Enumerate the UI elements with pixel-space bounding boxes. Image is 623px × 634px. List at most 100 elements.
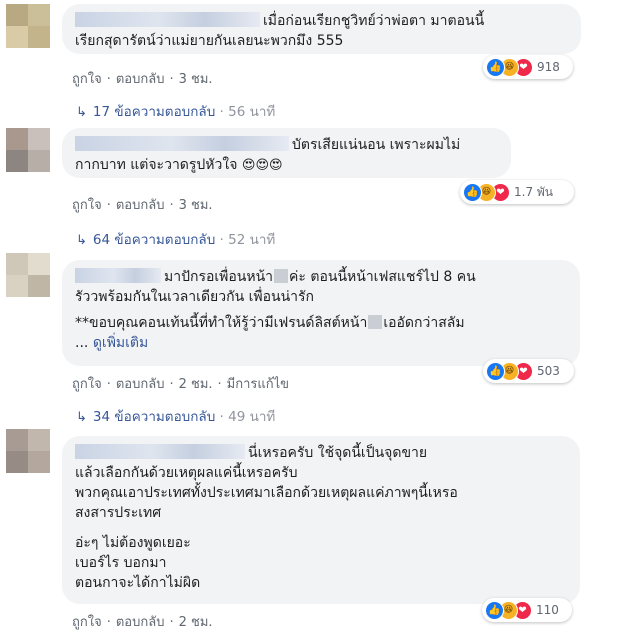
like-link[interactable]: ถูกใจ [72, 198, 102, 213]
avatar[interactable] [6, 429, 50, 473]
reaction-count: 918 [537, 60, 560, 74]
comment-text: บัตรเสียแน่นอน เพราะผมไม่ [292, 137, 461, 153]
comment-line: เมื่อก่อนเรียกชูวิทย์ว่าพ่อตา มาตอนนี้ [75, 11, 568, 31]
comment-text: รัววพร้อมกันในเวลาเดียวกัน เพื่อนน่ารัก [75, 289, 315, 305]
avatar-tile [6, 26, 28, 48]
separator-dot: · [217, 377, 222, 392]
reaction-count: 503 [537, 364, 560, 378]
replies-count[interactable]: 64 ข้อความตอบกลับ [93, 232, 215, 248]
author-name-blurred[interactable] [75, 268, 161, 283]
replies-time: 56 นาที [228, 104, 276, 120]
avatar-tile [6, 150, 28, 172]
separator-dot: · [106, 377, 111, 392]
comment-text: แล้วเลือกกันด้วยเหตุผลแค่นี้เหรอครับ [75, 465, 298, 481]
avatar[interactable] [6, 128, 50, 172]
separator-dot: · [215, 409, 229, 425]
avatar-tile [28, 253, 50, 275]
like-link[interactable]: ถูกใจ [72, 72, 102, 87]
comment-bubble: นี่เหรอครับ ใช้จุดนี้เป็นจุดขาย แล้วเลือ… [62, 436, 580, 604]
reaction-count: 1.7 พัน [514, 184, 554, 199]
comment-text: ค่ะ ตอนนี้หน้าเฟสแชร์ไป 8 คน [289, 269, 476, 285]
see-more-link[interactable]: ดูเพิ่มเติม [93, 335, 148, 351]
view-replies-link[interactable]: ↳ 34 ข้อความตอบกลับ · 49 นาที [76, 405, 275, 427]
reaction-summary[interactable]: 👍 😆 ❤ 110 [482, 598, 572, 622]
avatar-tile [6, 275, 28, 297]
ellipsis: ... [75, 335, 93, 351]
like-icon: 👍 [463, 182, 482, 202]
replies-count[interactable]: 17 ข้อความตอบกลับ [93, 104, 215, 120]
avatar-tile [6, 4, 28, 26]
reaction-summary[interactable]: 👍 😆 ❤ 918 [483, 55, 573, 79]
comment-line: กากบาท แต่จะวาดรูปหัวใจ 😍😍😍 [75, 155, 498, 176]
replies-time: 49 นาที [228, 409, 276, 425]
avatar[interactable] [6, 253, 50, 297]
avatar-tile [28, 451, 50, 473]
reaction-summary[interactable]: 👍 😆 ❤ 1.7 พัน [460, 180, 574, 204]
separator-dot: · [169, 198, 174, 213]
replies-time: 52 นาที [228, 232, 276, 248]
censor-block [274, 269, 289, 283]
comment-time[interactable]: 3 ชม. [179, 72, 213, 87]
reaction-summary[interactable]: 👍 😆 ❤ 503 [483, 359, 574, 383]
separator-dot: · [215, 232, 229, 248]
author-name-blurred[interactable] [75, 136, 289, 151]
comment-time[interactable]: 3 ชม. [179, 198, 213, 213]
censor-block [368, 315, 383, 329]
comment-text: **ขอบคุณคอนเท้นนี้ที่ทำให้รู้ว่ามีเฟรนด์… [75, 315, 368, 331]
comment-text: พวกคุณเอาประเทศทั้งประเทศมาเลือกด้วยเหตุ… [75, 485, 458, 501]
comment-bubble: เมื่อก่อนเรียกชูวิทย์ว่าพ่อตา มาตอนนี้ เ… [62, 4, 581, 54]
like-icon: 👍 [485, 600, 504, 620]
separator-dot: · [106, 615, 111, 630]
author-name-blurred[interactable] [75, 12, 260, 27]
view-replies-link[interactable]: ↳ 64 ข้อความตอบกลับ · 52 นาที [76, 228, 275, 250]
comment-line: ... ดูเพิ่มเติม [75, 333, 567, 353]
comment-actions: ถูกใจ · ตอบกลับ · 3 ชม. [72, 194, 213, 215]
comment-bubble: มาปักรอเพื่อนหน้า ค่ะ ตอนนี้หน้าเฟสแชร์ไป… [62, 260, 580, 366]
comment-time[interactable]: 2 ชม. [179, 377, 213, 392]
separator-dot: · [169, 377, 174, 392]
comment-line: นี่เหรอครับ ใช้จุดนี้เป็นจุดขาย [75, 443, 567, 463]
avatar-tile [28, 150, 50, 172]
reply-arrow-icon: ↳ [76, 410, 87, 425]
comment-text: เออัดกว่าสลัม [383, 315, 465, 331]
reply-link[interactable]: ตอบกลับ [116, 198, 165, 213]
reply-link[interactable]: ตอบกลับ [116, 377, 165, 392]
avatar-tile [28, 4, 50, 26]
comment-text: มาปักรอเพื่อนหน้า [164, 269, 274, 285]
separator-dot: · [106, 72, 111, 87]
comment-text: เบอร์ไร บอกมา [75, 555, 167, 571]
reply-arrow-icon: ↳ [76, 105, 87, 120]
comment-text: สงสารประเทศ [75, 505, 162, 521]
reply-link[interactable]: ตอบกลับ [116, 615, 165, 630]
comment-time[interactable]: 2 ชม. [179, 615, 213, 630]
separator-dot: · [169, 72, 174, 87]
comment-bubble: บัตรเสียแน่นอน เพราะผมไม่ กากบาท แต่จะวา… [62, 128, 511, 178]
avatar-tile [6, 451, 28, 473]
comment-actions: ถูกใจ · ตอบกลับ · 3 ชม. [72, 68, 213, 89]
reaction-count: 110 [536, 603, 559, 617]
comment-line: **ขอบคุณคอนเท้นนี้ที่ทำให้รู้ว่ามีเฟรนด์… [75, 313, 567, 333]
avatar[interactable] [6, 4, 50, 48]
avatar-tile [28, 26, 50, 48]
edited-label[interactable]: มีการแก้ไข [227, 377, 289, 392]
avatar-tile [28, 275, 50, 297]
like-icon: 👍 [486, 57, 505, 77]
comment-text: นี่เหรอครับ ใช้จุดนี้เป็นจุดขาย [248, 445, 428, 461]
avatar-tile [6, 253, 28, 275]
avatar-tile [28, 128, 50, 150]
like-link[interactable]: ถูกใจ [72, 377, 102, 392]
comment-text: ตอนกาจะได้กาไม่ผิด [75, 575, 201, 591]
reply-arrow-icon: ↳ [76, 233, 87, 248]
comment-actions: ถูกใจ · ตอบกลับ · 2 ชม. [72, 611, 213, 632]
emoji-heart-eyes: 😍😍😍 [241, 158, 283, 173]
author-name-blurred[interactable] [75, 444, 245, 459]
replies-count[interactable]: 34 ข้อความตอบกลับ [93, 409, 215, 425]
separator-dot: · [215, 104, 229, 120]
view-replies-link[interactable]: ↳ 17 ข้อความตอบกลับ · 56 นาที [76, 100, 275, 122]
comment-actions: ถูกใจ · ตอบกลับ · 2 ชม. · มีการแก้ไข [72, 373, 289, 394]
reply-link[interactable]: ตอบกลับ [116, 72, 165, 87]
like-link[interactable]: ถูกใจ [72, 615, 102, 630]
avatar-tile [28, 429, 50, 451]
avatar-tile [6, 429, 28, 451]
like-icon: 👍 [486, 361, 505, 381]
